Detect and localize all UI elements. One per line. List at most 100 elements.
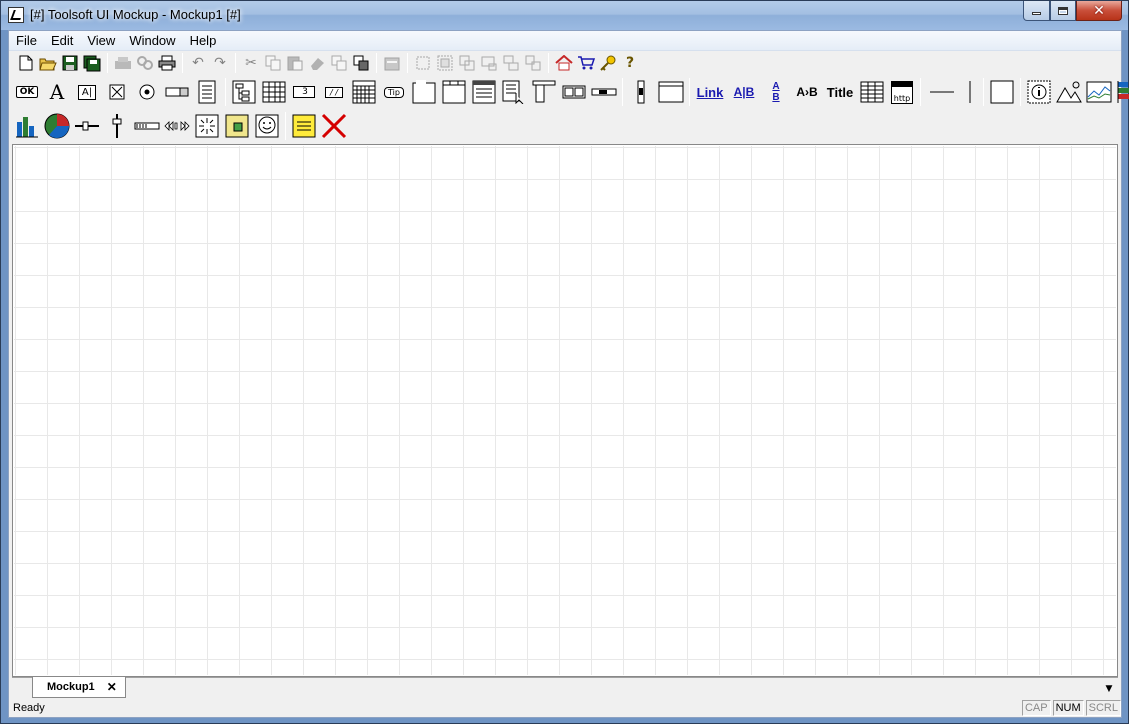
widget-button[interactable]: OK <box>12 77 42 107</box>
widget-hbar-chart[interactable] <box>1114 77 1129 107</box>
widget-title[interactable]: Title <box>823 77 857 107</box>
help-icon: ? <box>625 55 635 71</box>
same-width-button[interactable] <box>500 52 522 74</box>
home-button[interactable] <box>553 52 575 74</box>
print-button[interactable] <box>156 52 178 74</box>
shop-button[interactable] <box>575 52 597 74</box>
widget-cursor-list[interactable] <box>499 77 529 107</box>
undo-button[interactable]: ↶ <box>187 52 209 74</box>
separator <box>225 78 226 106</box>
redo-button[interactable]: ↷ <box>209 52 231 74</box>
widget-slider-v[interactable] <box>102 111 132 141</box>
register-button[interactable] <box>597 52 619 74</box>
widget-window[interactable] <box>439 77 469 107</box>
widget-tooltip[interactable]: Tip <box>379 77 409 107</box>
widget-table[interactable] <box>857 77 887 107</box>
media-controls-icon <box>164 121 190 131</box>
paste-button[interactable] <box>284 52 306 74</box>
widget-dialog[interactable] <box>469 77 499 107</box>
group-button[interactable] <box>434 52 456 74</box>
menu-file[interactable]: File <box>9 33 44 48</box>
send-back-button[interactable] <box>350 52 372 74</box>
widget-label[interactable]: A <box>42 77 72 107</box>
ungroup-button[interactable] <box>456 52 478 74</box>
cut-button[interactable]: ✂ <box>240 52 262 74</box>
widget-breadcrumb[interactable]: A›B <box>791 77 823 107</box>
same-size-button[interactable] <box>478 52 500 74</box>
widget-avatar[interactable] <box>252 111 282 141</box>
widget-vline[interactable] <box>960 77 980 107</box>
widget-menubar[interactable] <box>529 77 559 107</box>
menu-help[interactable]: Help <box>183 33 224 48</box>
pie-chart-icon <box>44 113 70 139</box>
widget-bar-chart[interactable] <box>12 111 42 141</box>
widget-browser[interactable]: http <box>887 77 917 107</box>
flash-icon <box>195 114 219 138</box>
design-canvas[interactable] <box>14 146 1116 675</box>
new-file-button[interactable] <box>15 52 37 74</box>
stamp-button[interactable] <box>112 52 134 74</box>
help-button[interactable]: ? <box>619 52 641 74</box>
save-button[interactable] <box>59 52 81 74</box>
align-button[interactable] <box>412 52 434 74</box>
app-icon[interactable] <box>8 7 24 23</box>
table-icon <box>860 81 884 103</box>
send-back-icon <box>353 55 369 71</box>
widget-image[interactable] <box>1054 77 1084 107</box>
close-button[interactable]: ✕ <box>1076 1 1122 21</box>
widget-datepicker[interactable]: / / <box>319 77 349 107</box>
widget-info[interactable] <box>1024 77 1054 107</box>
widget-spinner[interactable]: 3 <box>289 77 319 107</box>
widget-calendar[interactable] <box>349 77 379 107</box>
widget-scrollbar-h[interactable] <box>589 77 619 107</box>
widget-hline[interactable] <box>924 77 960 107</box>
copy-button[interactable] <box>262 52 284 74</box>
save-all-button[interactable] <box>81 52 103 74</box>
widget-color-picker[interactable] <box>222 111 252 141</box>
open-file-button[interactable] <box>37 52 59 74</box>
widget-media[interactable] <box>162 111 192 141</box>
widget-cross-out[interactable] <box>319 111 349 141</box>
widget-sticky-note[interactable] <box>289 111 319 141</box>
separator <box>622 78 623 106</box>
properties-button[interactable] <box>381 52 403 74</box>
tab-list-dropdown[interactable]: ▼ <box>1102 682 1116 696</box>
menu-view[interactable]: View <box>80 33 122 48</box>
ungroup-icon <box>459 55 475 71</box>
widget-line-chart[interactable] <box>1084 77 1114 107</box>
same-height-button[interactable] <box>522 52 544 74</box>
bring-front-button[interactable] <box>328 52 350 74</box>
widget-grid[interactable] <box>259 77 289 107</box>
widget-textbox[interactable]: A| <box>72 77 102 107</box>
widget-tree[interactable] <box>229 77 259 107</box>
widget-groupbox[interactable] <box>409 77 439 107</box>
menu-edit[interactable]: Edit <box>44 33 80 48</box>
tab-close-icon[interactable]: ✕ <box>107 680 117 694</box>
widget-pie-chart[interactable] <box>42 111 72 141</box>
title-bar[interactable]: [#] Toolsoft UI Mockup - Mockup1 [#] ✕ <box>1 1 1128 30</box>
widget-combobox[interactable] <box>162 77 192 107</box>
widget-scrollbar-v[interactable] <box>626 77 656 107</box>
widget-tabs[interactable]: A|B <box>727 77 761 107</box>
panel-icon <box>658 81 684 103</box>
erase-button[interactable] <box>306 52 328 74</box>
minimize-button[interactable] <box>1023 1 1050 21</box>
widget-vertical-tabs[interactable]: A B <box>761 77 791 107</box>
widget-checkbox[interactable] <box>102 77 132 107</box>
widget-link[interactable]: Link <box>693 77 727 107</box>
cap-lock-indicator: CAP <box>1021 700 1051 716</box>
widget-breadcrumb-label: A›B <box>796 85 818 99</box>
widget-listbox[interactable] <box>192 77 222 107</box>
widget-panel[interactable] <box>656 77 686 107</box>
widget-flash[interactable] <box>192 111 222 141</box>
maximize-button[interactable] <box>1050 1 1076 21</box>
link-button[interactable] <box>134 52 156 74</box>
menu-window[interactable]: Window <box>122 33 182 48</box>
tab-mockup1[interactable]: Mockup1 ✕ <box>32 677 126 698</box>
widget-toolbar[interactable] <box>559 77 589 107</box>
widget-slider-h[interactable] <box>72 111 102 141</box>
widget-progress[interactable] <box>132 111 162 141</box>
status-bar: Ready CAP NUM SCRL <box>9 699 1121 717</box>
widget-rectangle[interactable] <box>987 77 1017 107</box>
widget-radio[interactable] <box>132 77 162 107</box>
